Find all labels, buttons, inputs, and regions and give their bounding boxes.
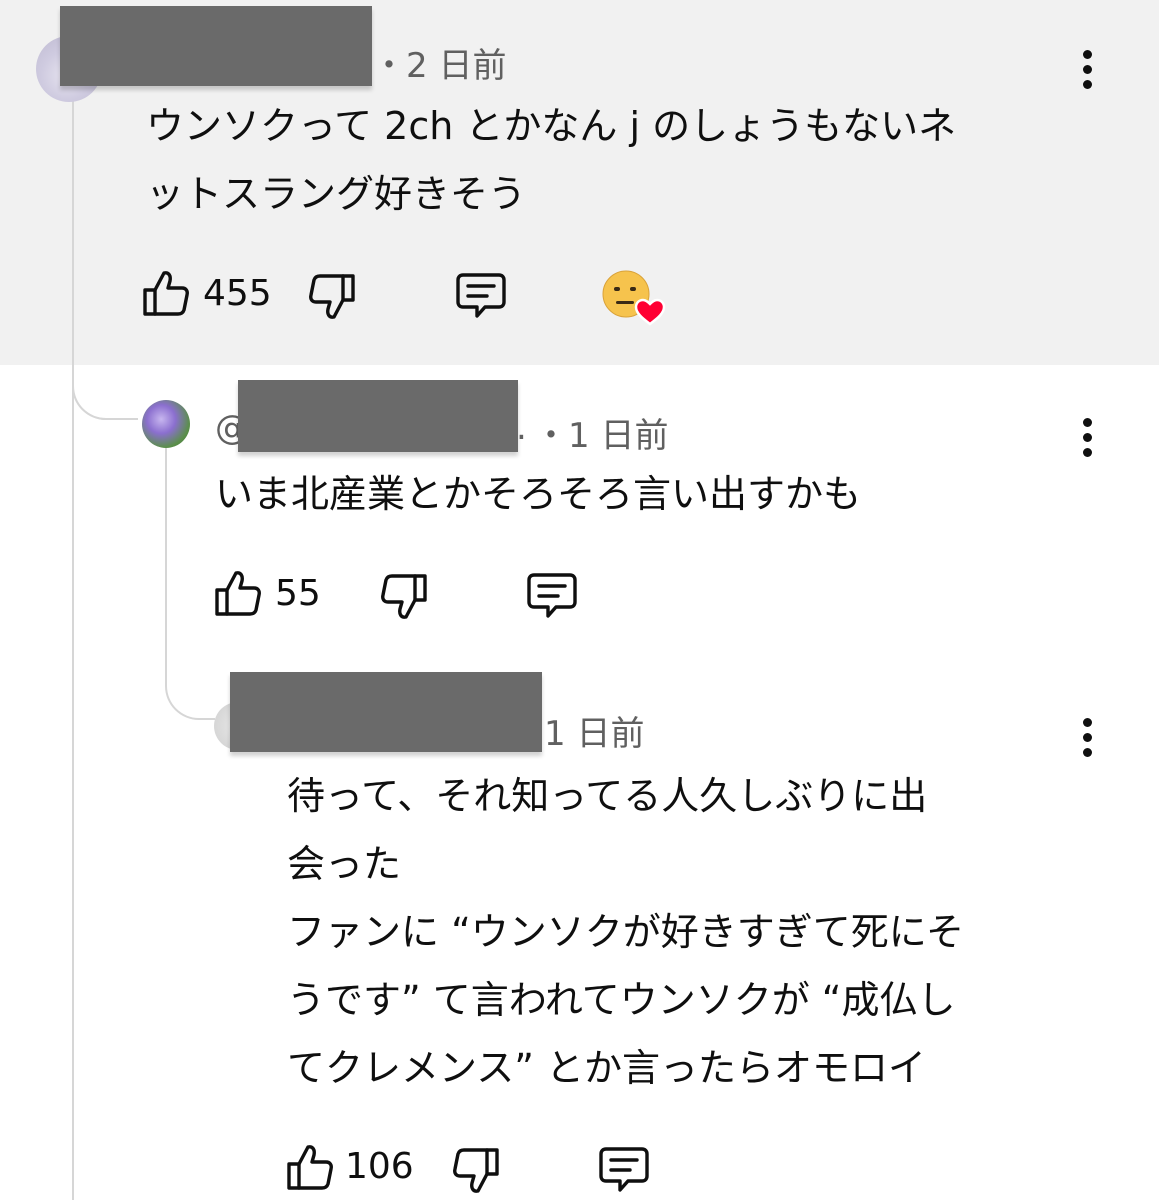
dislike-button[interactable] [452, 1146, 500, 1196]
like-button[interactable] [286, 1142, 334, 1192]
handle-suffix: . [516, 408, 527, 448]
like-count: 106 [345, 1146, 414, 1187]
redacted-username [60, 6, 372, 86]
creator-heart-badge [602, 270, 666, 326]
reply-icon [456, 273, 506, 318]
comment-text-line: ウンソクって 2ch とかなん j のしょうもないネ [146, 104, 957, 148]
comment-text-line: いま北産業とかそろそろ言い出すかも [215, 472, 862, 516]
comment-text-line: ットスラング好きそう [146, 172, 527, 216]
creator-heart-icon [602, 270, 666, 326]
redacted-username [238, 380, 518, 452]
thumb-down-icon [381, 574, 427, 619]
thread-connector-reply-1-curve [72, 372, 138, 420]
thumb-up-icon [287, 1145, 333, 1190]
thumb-down-icon [453, 1148, 499, 1193]
more-vert-icon [1082, 418, 1092, 427]
thumb-up-icon [143, 271, 189, 316]
comment-text-line: てクレメンス” とか言ったらオモロイ [287, 1046, 927, 1090]
comment-text-line: 待って、それ知ってる人久しぶりに出 [287, 774, 928, 818]
thread-line-reply [165, 448, 167, 678]
reply-button[interactable] [455, 272, 507, 320]
redacted-username [230, 672, 542, 752]
reply-icon [599, 1147, 649, 1192]
reply-icon [527, 573, 577, 618]
comment-timestamp: ・1 日前 [534, 416, 669, 456]
more-options-button[interactable] [1077, 718, 1097, 763]
comment-timestamp: ・2 日前 [372, 46, 507, 86]
thread-line-main [72, 100, 74, 1200]
thread-connector-reply-2 [165, 676, 215, 720]
comment-text-line: ファンに “ウンソクが好きすぎて死にそ [287, 910, 965, 954]
reply-button[interactable] [598, 1146, 650, 1194]
like-button[interactable] [142, 268, 190, 318]
thumb-down-icon [309, 274, 355, 319]
comment-text: ウンソクって 2ch とかなん j のしょうもないネ ットスラング好きそう [146, 92, 956, 228]
comment-text: 待って、それ知ってる人久しぶりに出 会った ファンに “ウンソクが好きすぎて死に… [287, 762, 964, 1102]
comment-text-line: うです” て言われてウンソクが “成仏し [287, 978, 956, 1022]
like-button[interactable] [214, 568, 262, 618]
comment-text: いま北産業とかそろそろ言い出すかも [215, 460, 861, 528]
more-vert-icon [1082, 50, 1092, 59]
dislike-button[interactable] [308, 272, 356, 322]
like-count: 455 [203, 273, 272, 314]
like-count: 55 [275, 573, 321, 614]
dislike-button[interactable] [380, 572, 428, 622]
more-options-button[interactable] [1077, 50, 1097, 95]
more-vert-icon [1082, 718, 1092, 727]
avatar[interactable] [142, 400, 190, 448]
reply-button[interactable] [526, 572, 578, 620]
thumb-up-icon [215, 571, 261, 616]
comment-timestamp: 1 日前 [544, 714, 645, 754]
comment-text-line: 会った [287, 842, 402, 886]
more-options-button[interactable] [1077, 418, 1097, 463]
